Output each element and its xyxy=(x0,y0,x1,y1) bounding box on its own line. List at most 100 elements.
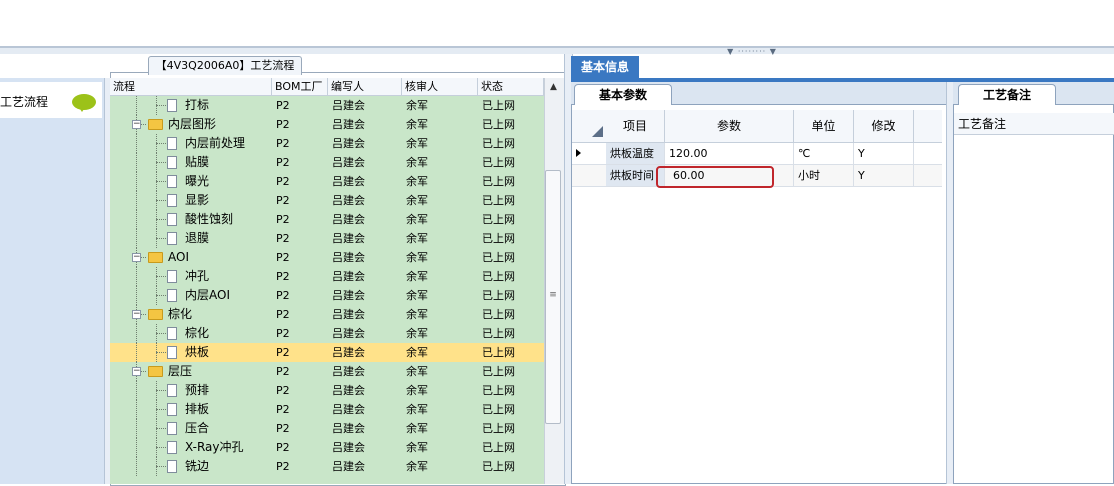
tree-connector xyxy=(156,352,166,353)
collapse-icon[interactable]: − xyxy=(132,253,141,262)
param-unit-cell: ℃ xyxy=(794,143,854,164)
status-cell: 已上网 xyxy=(482,327,515,340)
params-header-unit[interactable]: 单位 xyxy=(794,110,854,142)
collapse-icon[interactable]: − xyxy=(132,120,141,129)
tree-node-label[interactable]: 冲孔 xyxy=(185,267,209,286)
status-cell: 已上网 xyxy=(482,270,515,283)
tab-process-notes[interactable]: 工艺备注 xyxy=(958,84,1056,105)
param-unit-cell: 小时 xyxy=(794,165,854,186)
tree-node-label[interactable]: AOI xyxy=(168,248,189,267)
writer-cell: 吕建会 xyxy=(332,137,365,150)
table-row[interactable]: 内层AOI P2 吕建会 余军 已上网 xyxy=(110,286,544,305)
left-panel-title[interactable]: 工艺流程 xyxy=(0,93,48,110)
reviewer-cell: 余军 xyxy=(406,137,428,150)
collapse-icon[interactable]: − xyxy=(132,310,141,319)
bom-cell: P2 xyxy=(276,194,290,207)
bom-cell: P2 xyxy=(276,232,290,245)
reviewer-cell: 余军 xyxy=(406,422,428,435)
collapse-icon[interactable]: − xyxy=(132,367,141,376)
param-modify-cell[interactable]: Y xyxy=(854,165,914,186)
status-cell: 已上网 xyxy=(482,289,515,302)
column-header-bom[interactable]: BOM工厂 xyxy=(272,78,328,96)
table-row[interactable]: − AOI P2 吕建会 余军 已上网 xyxy=(110,248,544,267)
tree-connector xyxy=(156,181,166,182)
table-row[interactable]: 铣边 P2 吕建会 余军 已上网 xyxy=(110,457,544,476)
tree-connector xyxy=(156,333,166,334)
writer-cell: 吕建会 xyxy=(332,213,365,226)
tree-node-label[interactable]: 退膜 xyxy=(185,229,209,248)
table-row[interactable]: 酸性蚀刻 P2 吕建会 余军 已上网 xyxy=(110,210,544,229)
process-tree-tab[interactable]: 【4V3Q2006A0】工艺流程 xyxy=(148,56,302,75)
tree-connector xyxy=(136,324,137,343)
tab-basic-info[interactable]: 基本信息 xyxy=(571,56,639,78)
tree-node-label[interactable]: 预排 xyxy=(185,381,209,400)
table-row[interactable]: 打标 P2 吕建会 余军 已上网 xyxy=(110,96,544,115)
table-row[interactable]: − 棕化 P2 吕建会 余军 已上网 xyxy=(110,305,544,324)
tree-connector xyxy=(136,96,137,115)
table-row[interactable]: 贴膜 P2 吕建会 余军 已上网 xyxy=(110,153,544,172)
tab-basic-params[interactable]: 基本参数 xyxy=(574,84,672,105)
tree-node-label[interactable]: 显影 xyxy=(185,191,209,210)
table-row[interactable]: 烘板温度 120.00 ℃ Y xyxy=(572,143,942,165)
column-header-flow[interactable]: 流程 xyxy=(110,78,272,96)
tree-node-label[interactable]: 曝光 xyxy=(185,172,209,191)
params-header-item[interactable]: 项目 xyxy=(606,110,665,142)
tree-node-label[interactable]: X-Ray冲孔 xyxy=(185,438,243,457)
column-header-status[interactable]: 状态 xyxy=(478,78,544,96)
table-row[interactable]: 烘板 P2 吕建会 余军 已上网 xyxy=(110,343,544,362)
status-cell: 已上网 xyxy=(482,194,515,207)
reviewer-cell: 余军 xyxy=(406,403,428,416)
tree-node-label[interactable]: 内层前处理 xyxy=(185,134,245,153)
tree-node-label[interactable]: 内层图形 xyxy=(168,115,216,134)
table-row[interactable]: 预排 P2 吕建会 余军 已上网 xyxy=(110,381,544,400)
tree-node-label[interactable]: 酸性蚀刻 xyxy=(185,210,233,229)
tree-node-label[interactable]: 打标 xyxy=(185,96,209,115)
params-header-value[interactable]: 参数 xyxy=(665,110,794,142)
select-all-corner-icon[interactable] xyxy=(592,126,603,137)
tree-node-label[interactable]: 贴膜 xyxy=(185,153,209,172)
reviewer-cell: 余军 xyxy=(406,308,428,321)
params-header-modify[interactable]: 修改 xyxy=(854,110,914,142)
table-row[interactable]: 显影 P2 吕建会 余军 已上网 xyxy=(110,191,544,210)
tree-node-label[interactable]: 铣边 xyxy=(185,457,209,476)
bom-cell: P2 xyxy=(276,137,290,150)
param-value-cell[interactable]: 120.00 xyxy=(665,143,794,164)
tree-connector xyxy=(156,162,166,163)
param-modify-cell[interactable]: Y xyxy=(854,143,914,164)
table-row[interactable]: 排板 P2 吕建会 余军 已上网 xyxy=(110,400,544,419)
status-cell: 已上网 xyxy=(482,232,515,245)
tree-connector xyxy=(156,447,166,448)
splitter-grip-icon[interactable]: ▼ ········ ▼ xyxy=(722,48,782,56)
tree-node-label[interactable]: 层压 xyxy=(168,362,192,381)
table-row[interactable]: 曝光 P2 吕建会 余军 已上网 xyxy=(110,172,544,191)
table-row[interactable]: 压合 P2 吕建会 余军 已上网 xyxy=(110,419,544,438)
document-icon xyxy=(167,346,177,359)
table-row[interactable]: − 层压 P2 吕建会 余军 已上网 xyxy=(110,362,544,381)
column-header-reviewer[interactable]: 核审人 xyxy=(402,78,478,96)
right-splitter[interactable] xyxy=(946,82,953,484)
column-header-writer[interactable]: 编写人 xyxy=(328,78,402,96)
table-row[interactable]: 退膜 P2 吕建会 余军 已上网 xyxy=(110,229,544,248)
tree-connector xyxy=(136,400,137,419)
writer-cell: 吕建会 xyxy=(332,118,365,131)
tree-node-label[interactable]: 棕化 xyxy=(168,305,192,324)
table-row[interactable]: 棕化 P2 吕建会 余军 已上网 xyxy=(110,324,544,343)
tree-connector xyxy=(156,428,166,429)
document-icon xyxy=(167,403,177,416)
tree-node-label[interactable]: 排板 xyxy=(185,400,209,419)
table-row[interactable]: − 内层图形 P2 吕建会 余军 已上网 xyxy=(110,115,544,134)
writer-cell: 吕建会 xyxy=(332,384,365,397)
tree-node-label[interactable]: 压合 xyxy=(185,419,209,438)
top-splitter[interactable] xyxy=(0,48,1114,54)
reviewer-cell: 余军 xyxy=(406,384,428,397)
tree-connector xyxy=(136,229,137,248)
scroll-up-arrow-icon[interactable]: ▲ xyxy=(546,80,561,95)
tree-node-label[interactable]: 内层AOI xyxy=(185,286,230,305)
table-row[interactable]: X-Ray冲孔 P2 吕建会 余军 已上网 xyxy=(110,438,544,457)
tree-node-label[interactable]: 烘板 xyxy=(185,343,209,362)
bom-cell: P2 xyxy=(276,346,290,359)
bom-cell: P2 xyxy=(276,441,290,454)
tree-node-label[interactable]: 棕化 xyxy=(185,324,209,343)
table-row[interactable]: 冲孔 P2 吕建会 余军 已上网 xyxy=(110,267,544,286)
table-row[interactable]: 内层前处理 P2 吕建会 余军 已上网 xyxy=(110,134,544,153)
